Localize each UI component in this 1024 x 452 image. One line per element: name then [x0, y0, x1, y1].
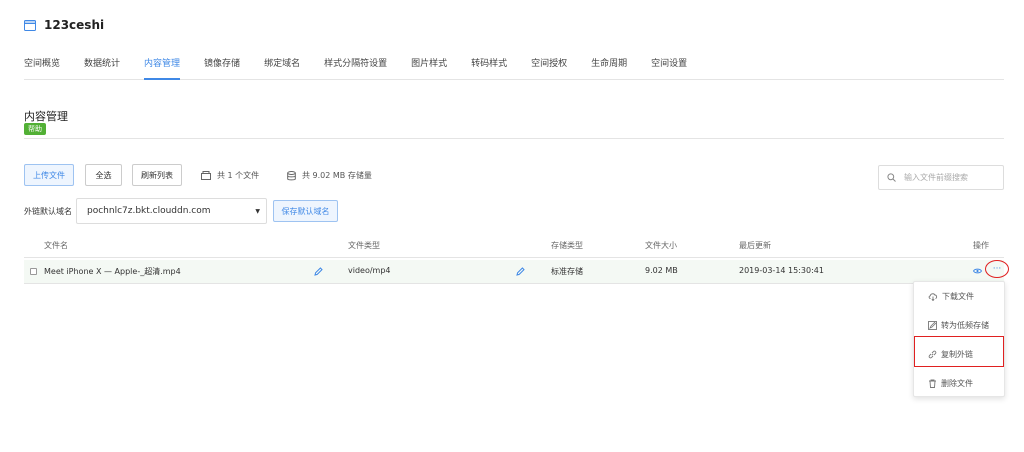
convert-icon — [928, 321, 937, 330]
table-header: 文件名 文件类型 存储类型 文件大小 最后更新 操作 — [24, 236, 1004, 258]
trash-icon — [929, 379, 936, 388]
file-size: 9.02 MB — [645, 266, 678, 275]
database-icon — [287, 170, 296, 180]
refresh-list-button[interactable]: 刷新列表 — [132, 164, 182, 186]
tab-style-separator[interactable]: 样式分隔符设置 — [324, 53, 387, 80]
storage-used: 共 9.02 MB 存储量 — [302, 171, 372, 180]
tab-content-management[interactable]: 内容管理 — [144, 53, 181, 80]
menu-item-label: 转为低频存储 — [941, 321, 989, 330]
tab-space-authorization[interactable]: 空间授权 — [531, 53, 567, 80]
last-updated: 2019-03-14 15:30:41 — [739, 266, 824, 275]
edit-name-icon[interactable] — [314, 267, 323, 276]
file-count-stat: 共 1 个文件 — [201, 170, 259, 181]
table-row[interactable]: Meet iPhone X — Apple-_超清.mp4 video/mp4 … — [24, 260, 1004, 284]
menu-item-delete[interactable]: 删除文件 — [914, 369, 1006, 398]
upload-file-button[interactable]: 上传文件 — [24, 164, 74, 186]
storage-stat: 共 9.02 MB 存储量 — [287, 170, 372, 181]
file-type: video/mp4 — [348, 266, 391, 275]
cloud-download-icon — [928, 293, 938, 301]
default-domain-label: 外链默认域名 — [24, 207, 72, 216]
tab-bar: 空间概览 数据统计 内容管理 镜像存储 绑定域名 样式分隔符设置 图片样式 转码… — [24, 53, 1004, 80]
file-box-icon — [201, 171, 211, 180]
tab-transcode-style[interactable]: 转码样式 — [471, 53, 507, 80]
menu-item-label: 删除文件 — [941, 379, 973, 388]
bucket-name: 123ceshi — [44, 18, 105, 32]
section-title: 内容管理 — [24, 110, 68, 123]
menu-item-label: 下载文件 — [942, 292, 974, 301]
menu-item-copy-link[interactable]: 复制外链 — [914, 340, 1006, 369]
menu-item-convert-low-frequency[interactable]: 转为低频存储 — [914, 311, 1006, 340]
search-input[interactable] — [904, 173, 1000, 182]
column-header-name[interactable]: 文件名 — [44, 240, 68, 251]
file-count: 共 1 个文件 — [217, 171, 260, 180]
tab-overview[interactable]: 空间概览 — [24, 53, 60, 80]
edit-type-icon[interactable] — [516, 267, 525, 276]
storage-type: 标准存储 — [551, 267, 583, 276]
row-actions-menu: 下载文件 转为低频存储 复制外链 删除文件 — [913, 281, 1005, 397]
section-divider — [24, 138, 1004, 139]
menu-item-label: 复制外链 — [941, 350, 973, 359]
page-header: 123ceshi — [24, 18, 104, 32]
caret-down-icon: ▼ — [255, 207, 260, 215]
more-actions-button[interactable]: ··· — [985, 260, 1009, 278]
link-icon — [928, 350, 937, 359]
tab-bind-domain[interactable]: 绑定域名 — [264, 53, 300, 80]
tab-mirror-storage[interactable]: 镜像存储 — [204, 53, 240, 80]
tab-space-settings[interactable]: 空间设置 — [651, 53, 687, 80]
column-header-storage[interactable]: 存储类型 — [551, 240, 583, 251]
column-header-actions: 操作 — [973, 241, 989, 250]
tab-lifecycle[interactable]: 生命周期 — [591, 53, 627, 80]
more-dots-icon: ··· — [992, 263, 1002, 274]
tab-image-style[interactable]: 图片样式 — [411, 53, 447, 80]
tab-statistics[interactable]: 数据统计 — [84, 53, 120, 80]
column-header-size[interactable]: 文件大小 — [645, 240, 677, 251]
default-domain-value: pochnlc7z.bkt.clouddn.com — [87, 206, 211, 216]
save-default-domain-button[interactable]: 保存默认域名 — [273, 200, 338, 222]
search-icon — [887, 173, 896, 182]
select-all-button[interactable]: 全选 — [85, 164, 122, 186]
bucket-icon — [24, 19, 36, 31]
column-header-updated[interactable]: 最后更新 — [739, 240, 771, 251]
menu-item-download[interactable]: 下载文件 — [914, 282, 1006, 311]
default-domain-select[interactable]: pochnlc7z.bkt.clouddn.com ▼ — [76, 198, 267, 224]
preview-eye-icon[interactable] — [973, 268, 982, 274]
help-badge[interactable]: 帮助 — [24, 123, 46, 135]
column-header-type[interactable]: 文件类型 — [348, 240, 380, 251]
search-box — [878, 165, 1004, 190]
file-name[interactable]: Meet iPhone X — Apple-_超清.mp4 — [44, 266, 181, 277]
row-checkbox[interactable] — [30, 268, 37, 275]
